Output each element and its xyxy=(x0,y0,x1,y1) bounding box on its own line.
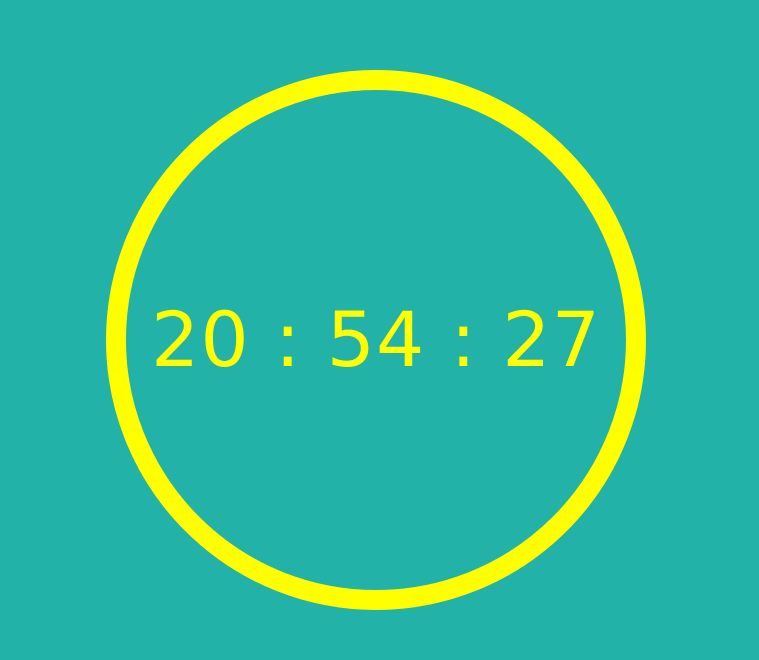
clock-time: 20 : 54 : 27 xyxy=(151,295,601,384)
